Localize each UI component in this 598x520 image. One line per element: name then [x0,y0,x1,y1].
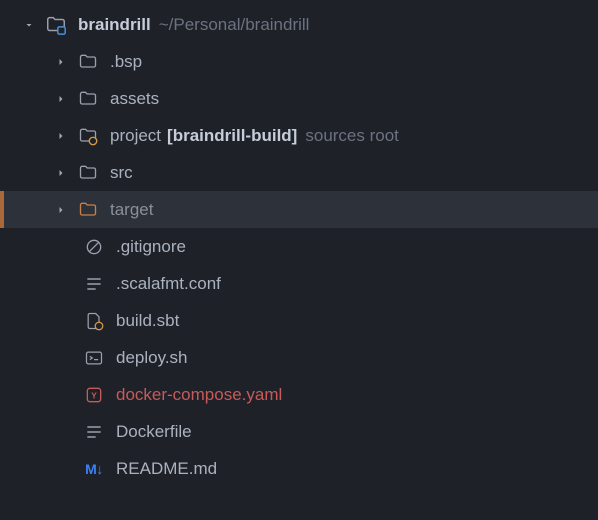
item-label: Dockerfile [116,422,192,442]
tree-row-bsp[interactable]: .bsp [0,43,598,80]
folder-icon [76,87,100,111]
shell-file-icon [82,346,106,370]
folder-icon [76,161,100,185]
tree-row-dockerfile[interactable]: Dockerfile [0,413,598,450]
item-label: project [110,126,161,146]
root-path: ~/Personal/braindrill [159,15,310,35]
tree-row-root[interactable]: braindrill ~/Personal/braindrill [0,6,598,43]
yaml-file-icon: Y [82,383,106,407]
chevron-right-icon[interactable] [52,201,70,219]
tree-row-docker-compose[interactable]: Y docker-compose.yaml [0,376,598,413]
item-label: .gitignore [116,237,186,257]
chevron-right-icon[interactable] [52,90,70,108]
item-suffix: [braindrill-build] [167,126,297,146]
tree-row-gitignore[interactable]: .gitignore [0,228,598,265]
folder-sources-icon [76,124,100,148]
item-label: target [110,200,153,220]
item-annotation: sources root [305,126,399,146]
item-label: assets [110,89,159,109]
item-label: README.md [116,459,217,479]
folder-icon [44,13,68,37]
item-label: .bsp [110,52,142,72]
item-label: .scalafmt.conf [116,274,221,294]
item-label: build.sbt [116,311,179,331]
text-file-icon [82,272,106,296]
tree-row-scalafmt[interactable]: .scalafmt.conf [0,265,598,302]
folder-excluded-icon [76,198,100,222]
project-tree: braindrill ~/Personal/braindrill .bsp as… [0,0,598,487]
tree-row-assets[interactable]: assets [0,80,598,117]
tree-row-buildsbt[interactable]: build.sbt [0,302,598,339]
sbt-file-icon [82,309,106,333]
item-label: docker-compose.yaml [116,385,282,405]
chevron-right-icon[interactable] [52,53,70,71]
tree-row-project[interactable]: project [braindrill-build] sources root [0,117,598,154]
tree-row-readme[interactable]: M↓ README.md [0,450,598,487]
item-label: src [110,163,133,183]
chevron-right-icon[interactable] [52,127,70,145]
root-name: braindrill [78,15,151,35]
tree-row-src[interactable]: src [0,154,598,191]
ignore-icon [82,235,106,259]
folder-icon [76,50,100,74]
svg-text:Y: Y [91,390,97,400]
tree-row-deploy[interactable]: deploy.sh [0,339,598,376]
text-file-icon [82,420,106,444]
item-label: deploy.sh [116,348,188,368]
tree-row-target[interactable]: target [0,191,598,228]
chevron-right-icon[interactable] [52,164,70,182]
markdown-file-icon: M↓ [82,457,106,481]
chevron-down-icon[interactable] [20,16,38,34]
